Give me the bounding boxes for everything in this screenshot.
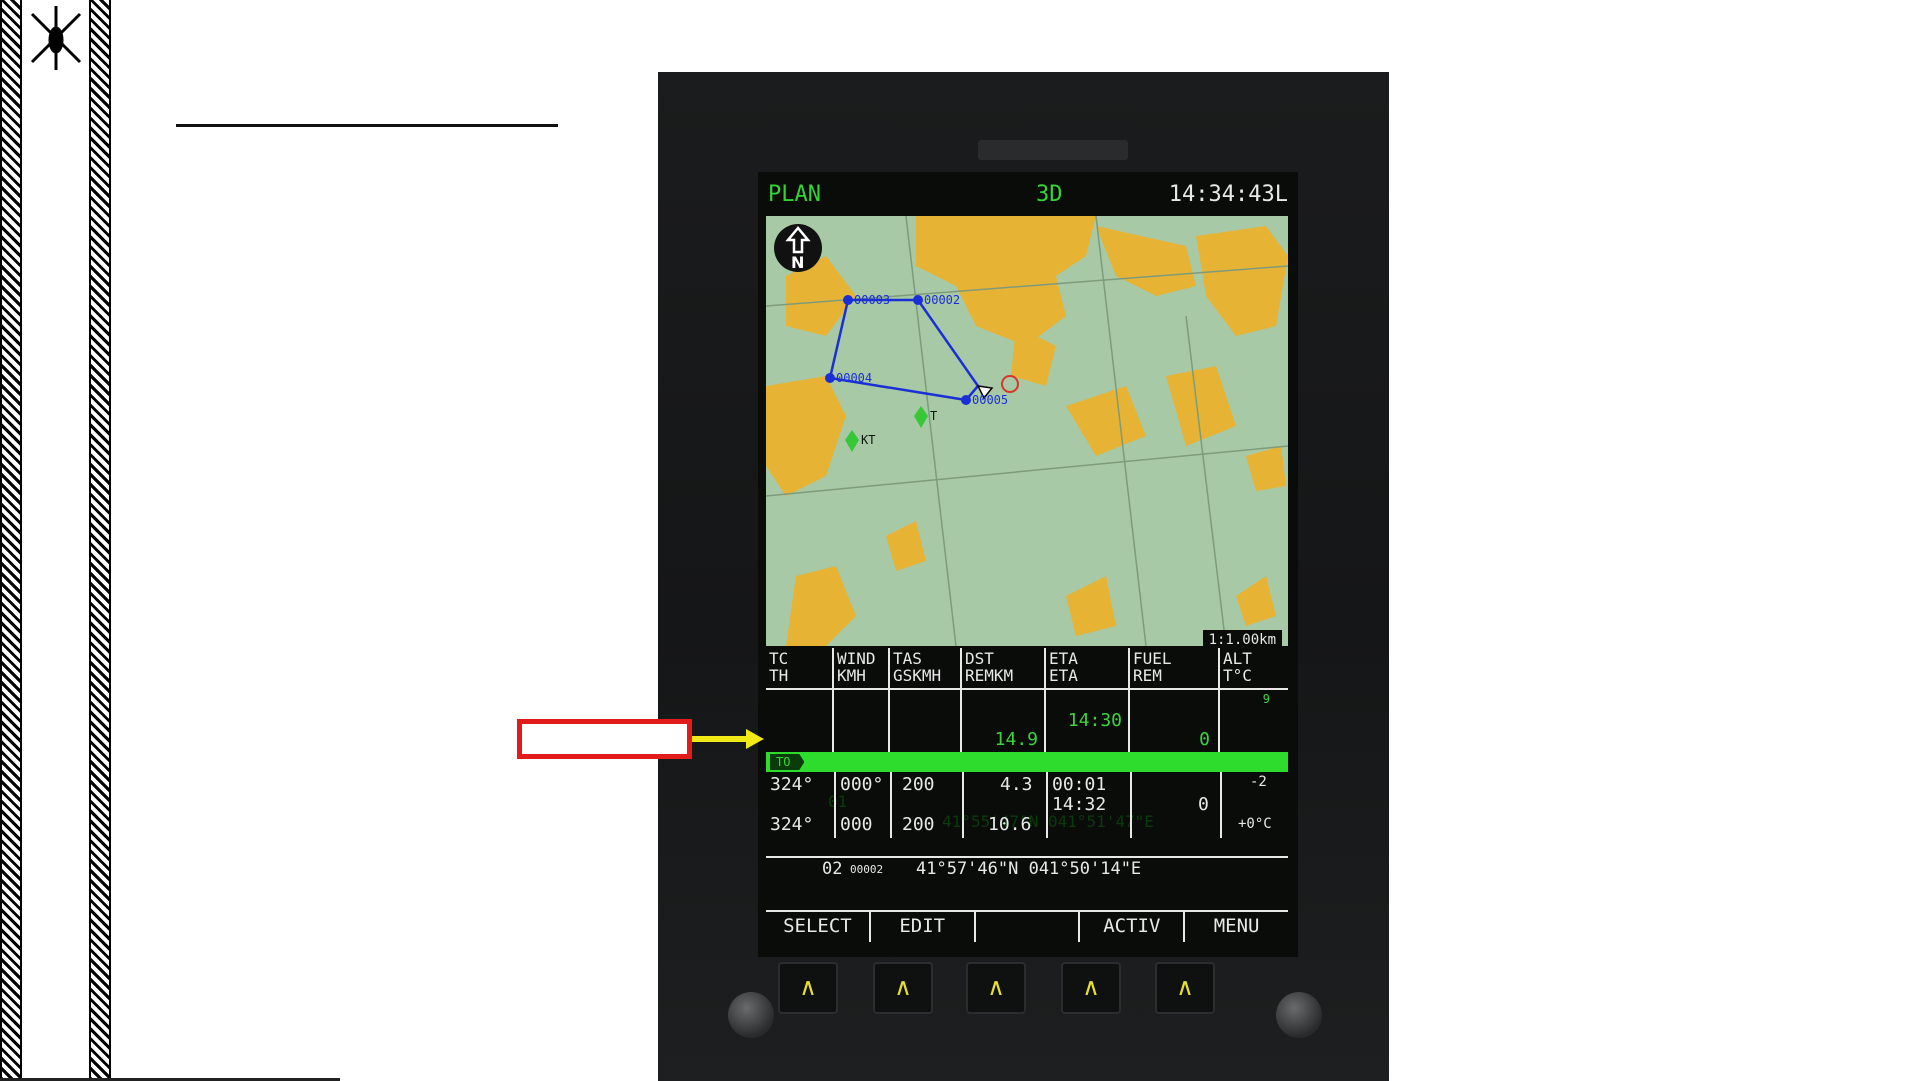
- softkey-menu[interactable]: MENU: [1185, 912, 1288, 942]
- moving-map[interactable]: 00003 00002 00004 00005 T KT N 1:1.00km: [766, 216, 1288, 650]
- leg-fuel-value: 0: [1198, 794, 1209, 815]
- temp-value: +0°C: [1238, 816, 1272, 832]
- right-rotary-knob[interactable]: [1276, 992, 1322, 1038]
- next-waypoint-row[interactable]: 02 00002 41°57'46"N 041°50'14"E: [766, 856, 1288, 880]
- north-arrow-icon: N: [774, 224, 822, 272]
- col-header: TAS GSKMH: [890, 648, 962, 688]
- rem-dst-value: 10.6: [988, 814, 1032, 835]
- leg-alt-value: -2: [1250, 774, 1267, 790]
- softkey-select[interactable]: SELECT: [766, 912, 871, 942]
- title-underline: [176, 124, 558, 127]
- waypoint-label: 00004: [836, 371, 872, 385]
- eta-value: 14:30: [1067, 710, 1122, 731]
- alt-value: 9: [1262, 692, 1270, 706]
- clock-readout: 14:34:43L: [1168, 182, 1288, 207]
- mfd-device-panel: PLAN 3D 14:34:43L 00003 00002 00004 0000…: [658, 72, 1389, 1081]
- leg-dst-value: 4.3: [1000, 774, 1033, 795]
- marker-t-icon[interactable]: [914, 406, 928, 428]
- annotation-highlight-box: [517, 719, 692, 759]
- left-rotary-knob[interactable]: [728, 992, 774, 1038]
- bezel-button-row: ∧ ∧ ∧ ∧ ∧: [778, 962, 1298, 1022]
- wind-speed-value: 000: [840, 814, 873, 835]
- left-stripe-rail: [0, 0, 22, 1081]
- next-waypoint-coords: 41°57'46"N 041°50'14"E: [916, 859, 1142, 879]
- wind-dir-value: 000°: [840, 774, 884, 795]
- leg-eta-value: 14:32: [1052, 794, 1107, 815]
- leg-time-value: 00:01: [1052, 774, 1107, 795]
- marker-label: KT: [861, 433, 875, 447]
- softkey-blank[interactable]: [976, 912, 1081, 942]
- to-tag: TO: [770, 754, 805, 770]
- col-header: TC TH: [766, 648, 834, 688]
- softkey-activ[interactable]: ACTIV: [1080, 912, 1186, 942]
- bezel-button-2[interactable]: ∧: [873, 962, 933, 1014]
- table-prev-values: 14.9 14:30 0 9: [766, 690, 1288, 752]
- softkey-bar: SELECT EDIT ACTIV MENU: [766, 910, 1288, 942]
- next-waypoint-name: 00002: [850, 863, 884, 876]
- tas-value: 200: [902, 774, 935, 795]
- left-stripe-rail-2: [89, 0, 111, 1081]
- bezel-button-1[interactable]: ∧: [778, 962, 838, 1014]
- waypoint-00003[interactable]: [843, 295, 853, 305]
- bezel-button-3[interactable]: ∧: [966, 962, 1026, 1014]
- waypoint-00005[interactable]: [961, 395, 971, 405]
- waypoint-label: 00003: [854, 293, 890, 307]
- col-header: ETA ETA: [1046, 648, 1130, 688]
- col-header: ALT T°C: [1223, 649, 1252, 685]
- annotation-arrow: [692, 736, 750, 742]
- waypoint-00004[interactable]: [825, 373, 835, 383]
- fuel-value: 0: [1199, 729, 1210, 750]
- col-header: DST REMKM: [962, 648, 1046, 688]
- annotation-arrowhead: [746, 729, 764, 749]
- col-header: FUEL REM: [1130, 648, 1220, 688]
- waypoint-label: 00005: [972, 393, 1008, 407]
- helicopter-logo-icon: [30, 6, 82, 70]
- waypoint-label: 00002: [924, 293, 960, 307]
- north-label: N: [791, 253, 804, 272]
- marker-kt-icon[interactable]: [845, 430, 859, 452]
- nav-data-table: TC TH WIND KMH TAS GSKMH DST REMKM ETA ETA FU…: [766, 648, 1288, 880]
- map-scale: 1:1.00km: [1202, 630, 1282, 650]
- next-waypoint-number: 02: [822, 859, 843, 879]
- bezel-slot: [978, 140, 1128, 160]
- tc-value: 324°: [770, 774, 814, 795]
- mode-indicator[interactable]: 3D: [1036, 182, 1063, 207]
- marker-label: T: [930, 409, 937, 423]
- page-title: PLAN: [768, 182, 821, 207]
- table-header-row: TC TH WIND KMH TAS GSKMH DST REMKM ETA ETA FU…: [766, 648, 1288, 690]
- bezel-button-5[interactable]: ∧: [1155, 962, 1215, 1014]
- leg-data-rows: 324° 000° 200 4.3 00:01 -2 324° 000 200 …: [766, 772, 1288, 856]
- gs-value: 200: [902, 814, 935, 835]
- active-to-waypoint-row[interactable]: TO 01 41°55'47"N 041°51'47"E: [766, 752, 1288, 831]
- waypoint-00002[interactable]: [913, 295, 923, 305]
- mfd-screen: PLAN 3D 14:34:43L 00003 00002 00004 0000…: [758, 172, 1298, 957]
- softkey-edit[interactable]: EDIT: [871, 912, 976, 942]
- dst-value: 14.9: [994, 729, 1038, 750]
- map-canvas: 00003 00002 00004 00005 T KT N: [766, 216, 1288, 646]
- bezel-button-4[interactable]: ∧: [1061, 962, 1121, 1014]
- th-value: 324°: [770, 814, 814, 835]
- target-marker[interactable]: [1001, 375, 1019, 393]
- col-header: WIND KMH: [834, 648, 890, 688]
